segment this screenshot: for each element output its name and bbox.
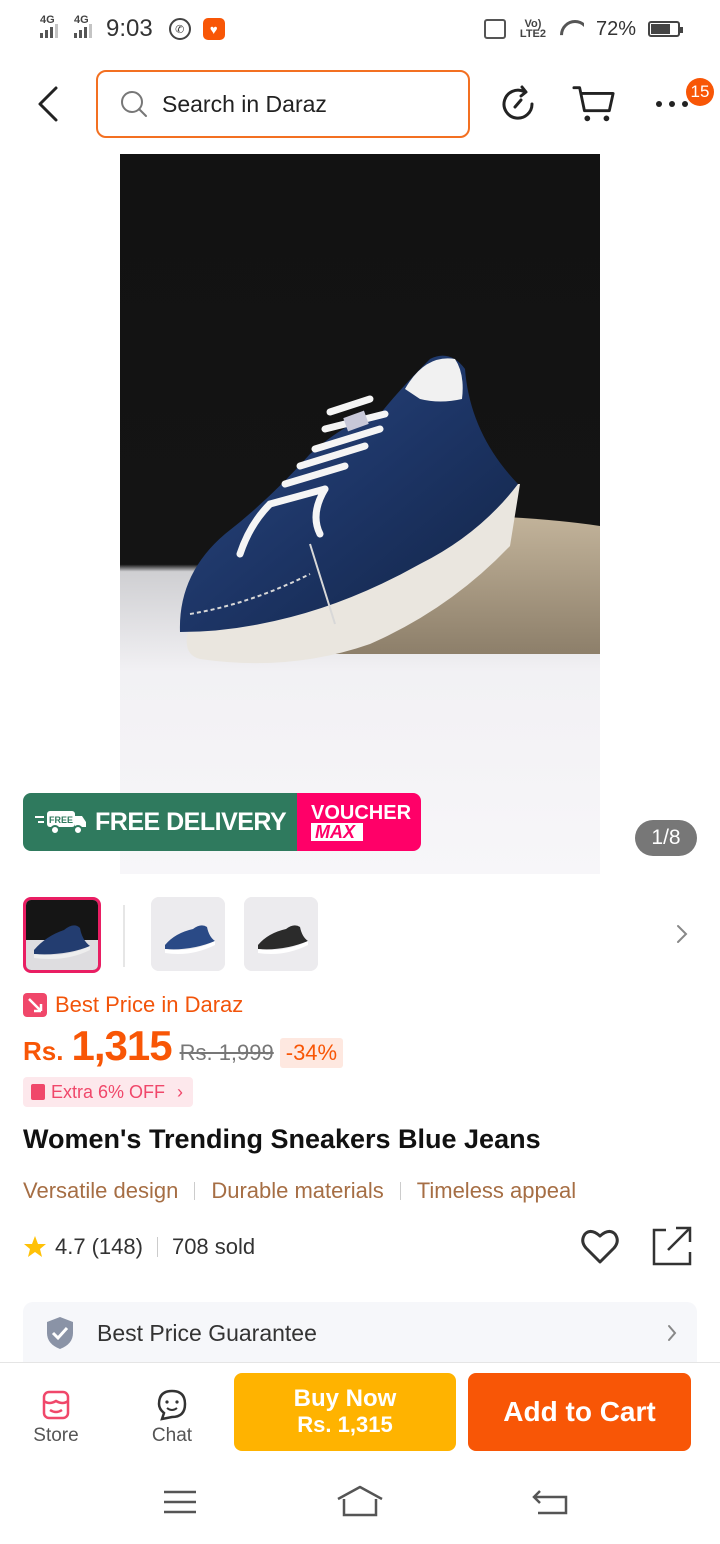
chevron-right-icon <box>668 1325 677 1341</box>
system-nav-bar <box>0 1458 720 1544</box>
search-icon <box>121 91 147 117</box>
home-nav-button[interactable] <box>336 1482 384 1522</box>
original-price: Rs. 1,999 <box>179 1040 274 1065</box>
store-label: Store <box>33 1425 79 1446</box>
back-nav-button[interactable] <box>526 1482 574 1522</box>
wishlist-button[interactable] <box>578 1224 622 1268</box>
product-title: Women's Trending Sneakers Blue Jeans <box>23 1124 541 1154</box>
heart-icon <box>581 1229 619 1264</box>
extra-off-label: Extra 6% OFF <box>51 1081 166 1102</box>
battery-icon <box>648 21 683 37</box>
voucher-max-label: MAX <box>311 823 363 841</box>
notification-badge: 15 <box>686 78 714 106</box>
sold-count: 708 sold <box>171 1234 256 1259</box>
battery-percent: 72% <box>595 17 636 40</box>
feature-tag: Timeless appeal <box>416 1178 577 1203</box>
feature-divider <box>399 1182 401 1200</box>
price-currency: Rs. <box>23 1036 64 1066</box>
thumbnail-divider <box>123 905 125 967</box>
best-price-guarantee-row[interactable]: Best Price Guarantee <box>23 1302 697 1364</box>
volte-indicator: Vo) LTE2 <box>519 18 546 40</box>
shield-check-icon <box>47 1317 73 1349</box>
chat-button[interactable]: Chat <box>132 1389 212 1447</box>
best-price-icon <box>23 993 47 1017</box>
free-tag-text: FREE <box>49 815 73 825</box>
buy-now-button[interactable]: Buy Now Rs. 1,315 <box>234 1373 456 1451</box>
home-icon <box>337 1485 383 1517</box>
discount-badge: -34% <box>279 1038 344 1068</box>
store-icon <box>42 1390 70 1420</box>
thumbnail-strip <box>23 897 697 973</box>
thumbnail-next-button[interactable] <box>667 919 697 949</box>
add-to-cart-button[interactable]: Add to Cart <box>468 1373 691 1451</box>
price-value: 1,315 <box>71 1022 172 1069</box>
voucher-label: VOUCHER <box>311 802 412 824</box>
voucher-max-tag: VOUCHER MAX <box>297 793 421 851</box>
chat-label: Chat <box>151 1425 193 1446</box>
history-button[interactable] <box>496 82 540 126</box>
signal-icon: 4G <box>40 14 58 38</box>
best-price-badge: Best Price in Daraz <box>23 992 243 1018</box>
signal-icon-2: 4G <box>74 14 92 38</box>
status-bar: 4G 4G 9:03 ✆ ♥ Vo) LTE2 72% <box>0 0 720 58</box>
thumbnail-1[interactable] <box>23 897 101 973</box>
chevron-left-icon <box>38 86 58 122</box>
more-dots-icon <box>656 101 688 107</box>
menu-nav-button[interactable] <box>156 1482 204 1522</box>
buy-now-label: Buy Now <box>293 1385 397 1412</box>
search-bar[interactable] <box>96 70 470 138</box>
free-delivery-label: FREE DELIVERY <box>95 807 287 836</box>
clock: 9:03 <box>106 15 153 42</box>
delivery-truck-icon: FREE <box>35 811 86 835</box>
rating-value: 4.7 <box>55 1234 86 1259</box>
feature-tags: Versatile design Durable materials Timel… <box>23 1176 576 1206</box>
chevron-right-icon <box>677 925 688 943</box>
daraz-app-icon: ♥ <box>202 18 225 40</box>
top-header <box>0 70 720 140</box>
feature-divider <box>194 1182 196 1200</box>
search-input[interactable] <box>162 90 452 118</box>
back-button[interactable] <box>28 82 68 126</box>
thumbnail-2[interactable] <box>151 897 225 971</box>
feature-tag: Versatile design <box>23 1178 179 1203</box>
voucher-ticket-icon <box>31 1084 45 1100</box>
menu-icon <box>164 1490 196 1514</box>
share-button[interactable] <box>650 1224 694 1268</box>
buy-now-price: Rs. 1,315 <box>297 1412 393 1437</box>
network-type-2: 4G <box>74 14 89 26</box>
review-count: (148) <box>91 1234 143 1259</box>
rating-divider <box>156 1237 158 1257</box>
sneaker-photo <box>179 355 600 664</box>
refresh-icon <box>502 85 534 120</box>
bottom-action-bar: Store Chat Buy Now Rs. 1,315 Add to Cart <box>0 1362 720 1458</box>
rating-row[interactable]: 4.7 (148) 708 sold <box>23 1232 255 1262</box>
image-pager: 1/8 <box>635 820 697 856</box>
extra-off-voucher[interactable]: Extra 6% OFF › <box>23 1077 194 1107</box>
thumbnail-3[interactable] <box>244 897 318 971</box>
product-image[interactable] <box>120 154 600 874</box>
cart-icon <box>572 86 615 122</box>
free-delivery-tag: FREE FREE DELIVERY <box>23 793 297 851</box>
price-row: Rs. 1,315 Rs. 1,999 -34% <box>23 1022 344 1072</box>
chat-icon <box>157 1389 187 1421</box>
feature-tag: Durable materials <box>211 1178 384 1203</box>
whatsapp-icon: ✆ <box>168 18 191 40</box>
guarantee-label: Best Price Guarantee <box>97 1319 317 1346</box>
star-icon <box>24 1236 46 1257</box>
store-button[interactable]: Store <box>16 1389 96 1447</box>
share-icon <box>652 1226 692 1266</box>
back-arrow-icon <box>532 1490 568 1515</box>
vibrate-icon <box>483 19 506 39</box>
network-type-1: 4G <box>40 14 55 26</box>
best-price-label: Best Price in Daraz <box>55 992 244 1017</box>
promo-banner[interactable]: FREE FREE DELIVERY VOUCHER MAX <box>23 793 421 851</box>
cart-button[interactable] <box>572 82 616 126</box>
wifi-icon <box>560 20 584 38</box>
chevron-right-icon: › <box>177 1081 184 1102</box>
